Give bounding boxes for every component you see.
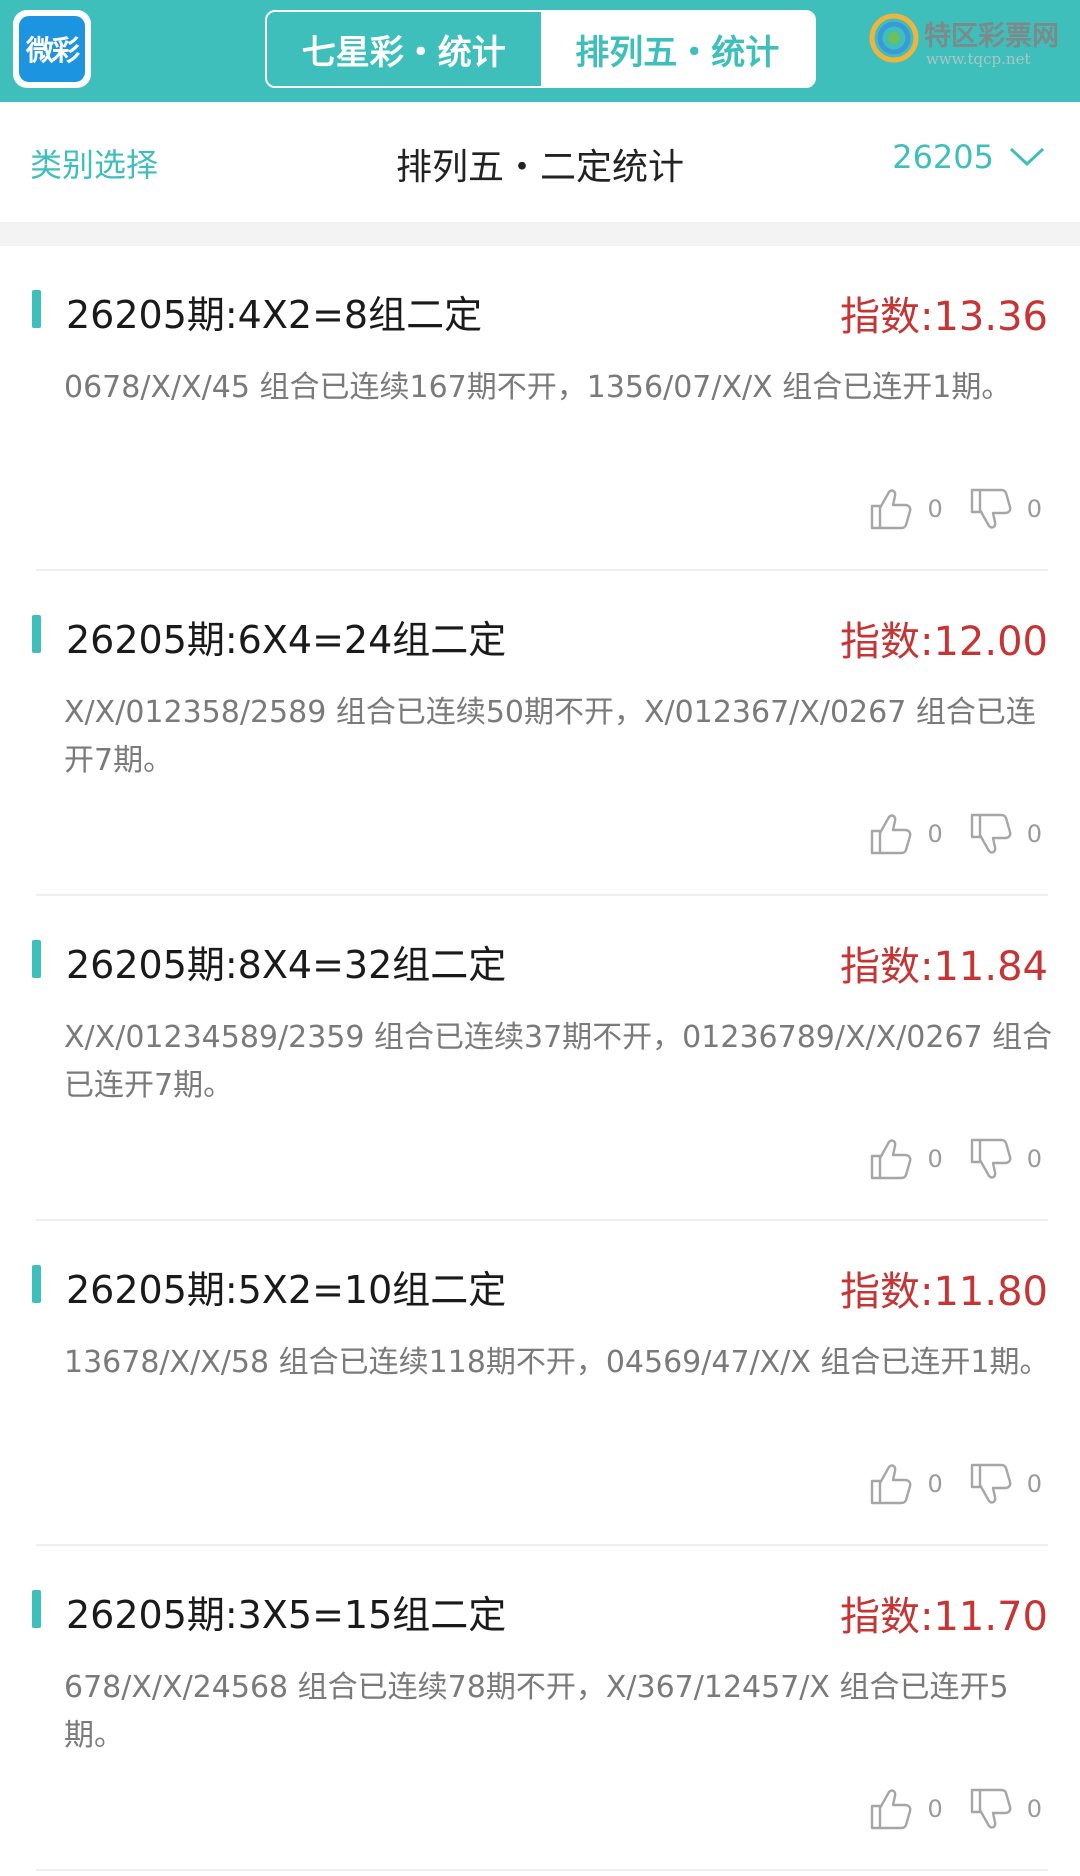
stat-card: 26205期:5X2=10组二定 指数:11.80 13678/X/X/58 组… [32, 1221, 1050, 1546]
card-index: 指数:12.00 [840, 619, 1048, 665]
issue-selector[interactable]: 26205 [892, 138, 1046, 176]
like-button[interactable]: 0 [867, 486, 943, 532]
dislike-count: 0 [1026, 1795, 1042, 1823]
card-description: X/X/01234589/2359 组合已连续37期不开，01236789/X/… [64, 1020, 1053, 1103]
thumbs-up-icon [871, 1789, 912, 1830]
stat-card: 26205期:4X2=8组二定 指数:13.36 0678/X/X/45 组合已… [32, 246, 1048, 571]
brand-url: www.tqcp.net [926, 50, 1031, 68]
tab-qixingcai-stats[interactable]: 七星彩・统计 [267, 12, 541, 86]
thumbs-down-icon [970, 488, 1012, 529]
card-accent-bar [32, 1265, 41, 1303]
card-title: 26205期:6X4=24组二定 [66, 618, 507, 662]
like-count: 0 [927, 1795, 943, 1823]
dislike-button[interactable]: 0 [967, 1786, 1042, 1832]
sub-header: 类别选择 排列五・二定统计 26205 [0, 102, 1080, 222]
section-divider [0, 222, 1080, 246]
dislike-count: 0 [1026, 495, 1042, 523]
like-button[interactable]: 0 [867, 1786, 943, 1832]
brand-name: 特区彩票网 [924, 21, 1059, 52]
dislike-count: 0 [1026, 1470, 1042, 1498]
card-description: 678/X/X/24568 组合已连续78期不开，X/367/12457/X 组… [64, 1670, 1009, 1753]
brand-swirl-icon [869, 13, 919, 63]
dislike-button[interactable]: 0 [967, 1136, 1042, 1182]
card-title: 26205期:4X2=8组二定 [66, 293, 483, 337]
vote-bar: 0 0 [867, 486, 1042, 532]
thumbs-down-icon [970, 1463, 1012, 1504]
dislike-button[interactable]: 0 [967, 486, 1042, 532]
card-index: 指数:11.80 [840, 1269, 1048, 1315]
card-title: 26205期:5X2=10组二定 [66, 1268, 507, 1312]
like-button[interactable]: 0 [867, 1136, 943, 1182]
card-index: 指数:11.70 [840, 1594, 1048, 1640]
thumbs-down-icon [970, 1138, 1012, 1179]
vote-bar: 0 0 [867, 1786, 1042, 1832]
dislike-button[interactable]: 0 [967, 811, 1042, 857]
card-accent-bar [32, 940, 41, 978]
tab-pailiewu-stats[interactable]: 排列五・统计 [540, 12, 814, 86]
card-accent-bar [32, 290, 41, 328]
thumbs-up-icon [871, 1139, 912, 1180]
thumbs-down-icon [970, 1788, 1012, 1829]
dislike-button[interactable]: 0 [967, 1461, 1042, 1507]
like-count: 0 [927, 495, 943, 523]
lottery-tab-switch: 七星彩・统计 排列五・统计 [265, 10, 816, 88]
stat-card: 26205期:6X4=24组二定 指数:12.00 X/X/012358/258… [32, 571, 1048, 896]
app-logo-text: 微彩 [19, 16, 85, 82]
dislike-count: 0 [1026, 1145, 1042, 1173]
brand-watermark: 特区彩票网 www.tqcp.net [868, 8, 1068, 68]
vote-bar: 0 0 [867, 1461, 1042, 1507]
card-description: 0678/X/X/45 组合已连续167期不开，1356/07/X/X 组合已连… [64, 370, 1012, 405]
like-count: 0 [927, 820, 943, 848]
card-index: 指数:13.36 [840, 294, 1048, 340]
vote-bar: 0 0 [867, 811, 1042, 857]
like-button[interactable]: 0 [867, 1461, 943, 1507]
card-title: 26205期:8X4=32组二定 [66, 943, 507, 987]
chevron-down-icon [1009, 147, 1045, 167]
thumbs-up-icon [871, 489, 912, 530]
like-count: 0 [927, 1145, 943, 1173]
card-description: 13678/X/X/58 组合已连续118期不开，04569/47/X/X 组合… [64, 1345, 1050, 1380]
card-title: 26205期:3X5=15组二定 [66, 1593, 507, 1637]
stat-card: 26205期:8X4=32组二定 指数:11.84 X/X/01234589/2… [32, 896, 1052, 1221]
stats-list: 26205期:4X2=8组二定 指数:13.36 0678/X/X/45 组合已… [0, 246, 1080, 1871]
thumbs-up-icon [871, 1464, 912, 1505]
issue-number: 26205 [892, 138, 994, 176]
card-accent-bar [32, 615, 41, 653]
vote-bar: 0 0 [867, 1136, 1042, 1182]
app-logo[interactable]: 微彩 [13, 10, 91, 88]
card-description: X/X/012358/2589 组合已连续50期不开，X/012367/X/02… [64, 695, 1036, 778]
thumbs-down-icon [970, 813, 1012, 854]
like-button[interactable]: 0 [867, 811, 943, 857]
card-accent-bar [32, 1590, 41, 1628]
thumbs-up-icon [871, 814, 912, 855]
card-index: 指数:11.84 [840, 944, 1048, 990]
top-bar: 微彩 七星彩・统计 排列五・统计 特区彩票网 www.tqcp.net [0, 0, 1080, 102]
stat-card: 26205期:3X5=15组二定 指数:11.70 678/X/X/24568 … [32, 1546, 1048, 1871]
dislike-count: 0 [1026, 820, 1042, 848]
like-count: 0 [927, 1470, 943, 1498]
